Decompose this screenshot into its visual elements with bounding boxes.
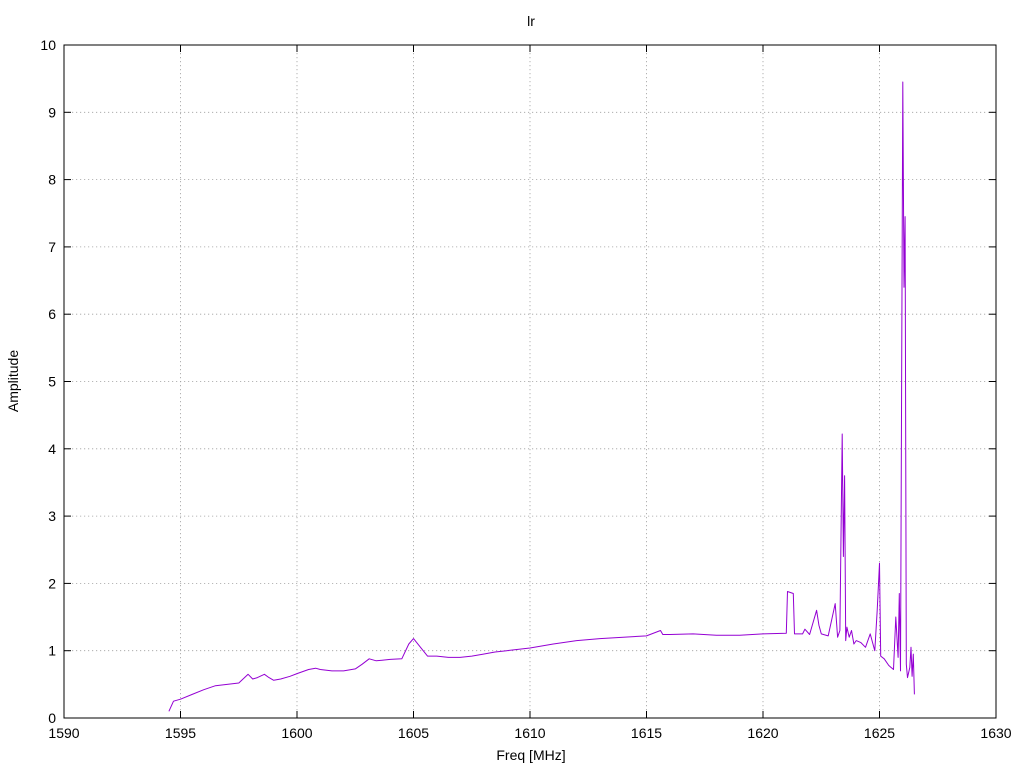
x-axis-tick-labels: 1590 1595 1600 1605 1610 1615 1620 1625 1630 [48, 725, 1011, 741]
y-tick-label: 3 [48, 508, 56, 524]
line-chart: 1590 1595 1600 1605 1610 1615 1620 1625 1630 0 1 2… [0, 0, 1024, 768]
x-tick-label: 1610 [514, 725, 545, 741]
y-tick-label: 7 [48, 239, 56, 255]
x-tick-label: 1595 [165, 725, 196, 741]
x-tick-label: 1605 [398, 725, 429, 741]
chart-background [0, 0, 1024, 768]
x-tick-label: 1590 [48, 725, 79, 741]
x-tick-label: 1615 [631, 725, 662, 741]
x-axis-label: Freq [MHz] [496, 747, 565, 763]
x-tick-label: 1625 [864, 725, 895, 741]
x-tick-label: 1620 [747, 725, 778, 741]
y-tick-label: 5 [48, 374, 56, 390]
y-axis-label: Amplitude [5, 350, 21, 412]
y-tick-label: 8 [48, 172, 56, 188]
y-tick-label: 9 [48, 104, 56, 120]
y-tick-label: 1 [48, 643, 56, 659]
y-tick-label: 4 [48, 441, 56, 457]
y-tick-label: 10 [40, 37, 56, 53]
x-tick-label: 1630 [980, 725, 1011, 741]
x-tick-label: 1600 [281, 725, 312, 741]
chart-title: lr [527, 13, 535, 29]
y-tick-label: 0 [48, 710, 56, 726]
y-tick-label: 2 [48, 575, 56, 591]
y-tick-label: 6 [48, 306, 56, 322]
